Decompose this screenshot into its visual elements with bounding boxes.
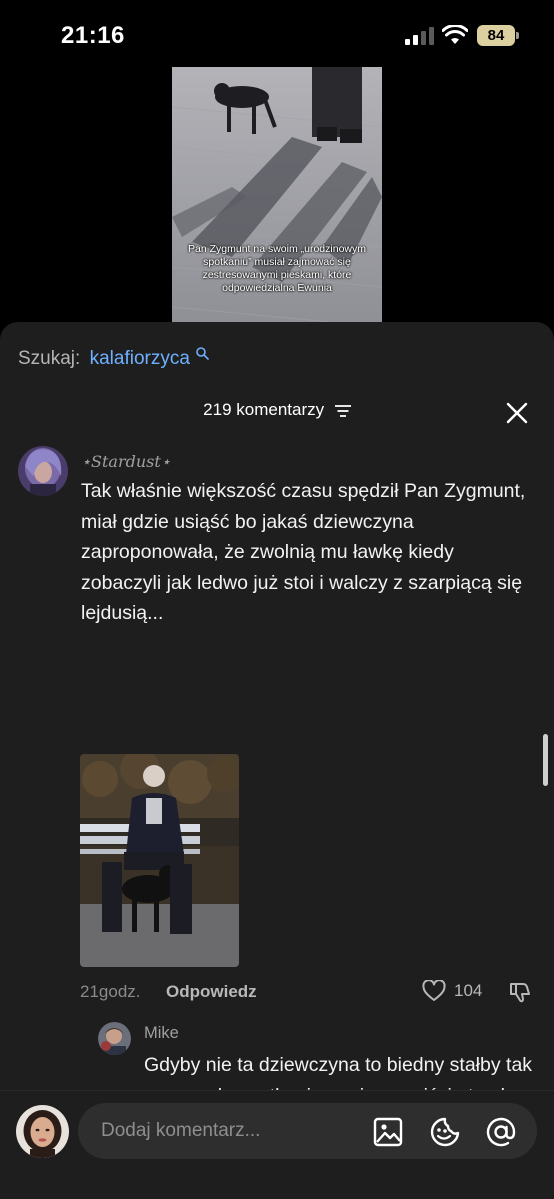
comment-image[interactable] (80, 754, 239, 967)
search-label: Szukaj: (18, 348, 81, 369)
like-count: 104 (454, 981, 483, 1000)
status-bar: 21:16 84 (0, 0, 554, 66)
dislike-icon[interactable] (508, 980, 532, 1004)
image-icon[interactable] (373, 1117, 403, 1147)
comment-input[interactable]: Dodaj komentarz... (78, 1103, 537, 1159)
heart-icon (422, 980, 446, 1001)
status-time: 21:16 (61, 22, 125, 49)
comment-author[interactable]: ⋆Stardust⋆ (81, 452, 171, 471)
search-term-link[interactable]: kalafiorzyca (90, 348, 190, 369)
like-button[interactable]: 104 (422, 980, 482, 1002)
comment-meta: 21godz. Odpowiedz 104 (80, 980, 540, 1004)
reply-button[interactable]: Odpowiedz (166, 982, 257, 1002)
reply-author[interactable]: Mike (144, 1024, 179, 1043)
search-suggestion[interactable]: Szukaj: kalafiorzyca (18, 347, 210, 370)
comment-input-placeholder: Dodaj komentarz... (101, 1120, 261, 1141)
battery-level: 84 (487, 27, 505, 44)
comment-text: Tak właśnie większość czasu spędził Pan … (81, 480, 526, 624)
reply-avatar[interactable] (98, 1022, 131, 1055)
comment-count: 219 komentarzy (203, 400, 325, 419)
video-frame (172, 67, 382, 337)
video-player[interactable]: Pan Zygmunt na swoim „urodzinowym spotka… (172, 67, 382, 337)
search-icon (196, 347, 210, 360)
comment-input-bar: Dodaj komentarz... (0, 1090, 554, 1199)
sort-icon[interactable] (334, 404, 351, 417)
scrollbar[interactable] (543, 734, 548, 786)
wifi-icon (442, 25, 468, 44)
signal-icon (405, 27, 434, 45)
battery-indicator: 84 (477, 25, 519, 46)
my-avatar (16, 1105, 69, 1158)
video-caption: Pan Zygmunt na swoim „urodzinowym spotka… (188, 243, 366, 294)
avatar[interactable] (18, 446, 68, 496)
comment-time: 21godz. (80, 982, 141, 1001)
close-icon[interactable] (506, 402, 528, 424)
emoji-icon[interactable] (430, 1117, 460, 1147)
comments-sheet: Szukaj: kalafiorzyca 219 komentarzy ⋆Sta… (0, 322, 554, 1199)
comments-header[interactable]: 219 komentarzy (0, 400, 554, 426)
mention-icon[interactable] (486, 1117, 516, 1147)
